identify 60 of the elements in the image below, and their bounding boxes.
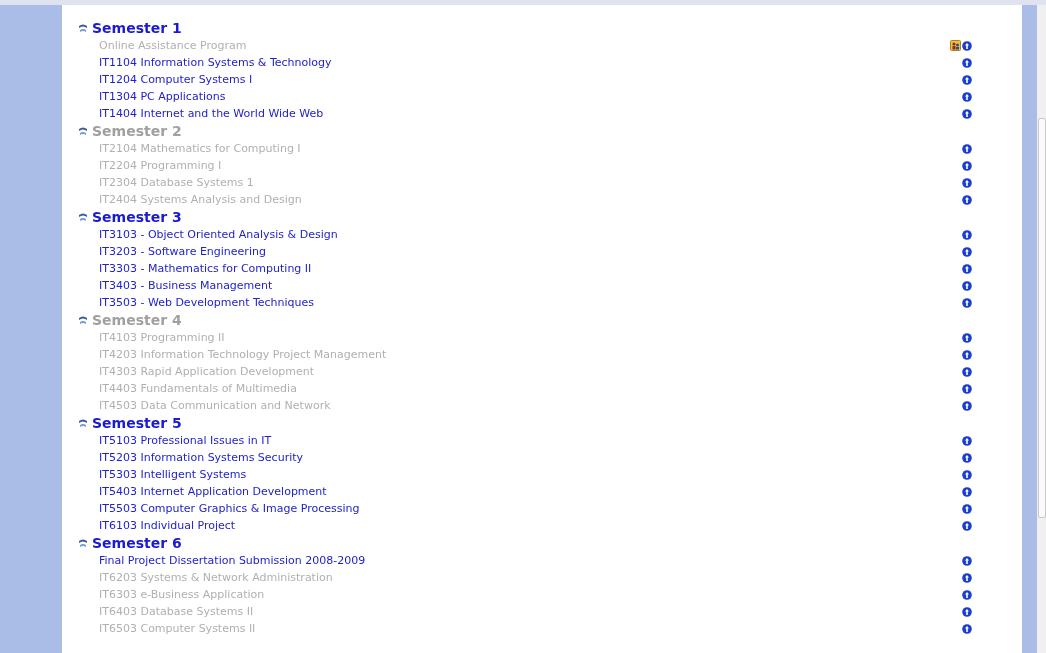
info-icon[interactable] [962, 623, 972, 634]
course-link[interactable]: IT6103 Individual Project [99, 519, 962, 532]
info-icon[interactable] [962, 160, 972, 171]
semester-heading: Semester 5 [92, 415, 182, 431]
course-link[interactable]: IT5103 Professional Issues in IT [99, 434, 962, 447]
collapse-icon[interactable] [78, 418, 88, 428]
course-link[interactable]: IT5403 Internet Application Development [99, 485, 962, 498]
info-icon[interactable] [962, 366, 972, 377]
info-icon[interactable] [962, 143, 972, 154]
info-icon[interactable] [962, 108, 972, 119]
info-icon[interactable] [962, 40, 972, 51]
collapse-icon[interactable] [78, 315, 88, 325]
scrollbar[interactable] [1037, 5, 1046, 653]
semester-heading: Semester 6 [92, 535, 182, 551]
info-icon[interactable] [962, 572, 972, 583]
course-link[interactable]: IT1404 Internet and the World Wide Web [99, 107, 962, 120]
info-icon[interactable] [962, 229, 972, 240]
semester-heading: Semester 4 [92, 312, 182, 328]
info-icon[interactable] [962, 194, 972, 205]
info-icon[interactable] [962, 606, 972, 617]
course-link[interactable]: IT3303 - Mathematics for Computing II [99, 262, 962, 275]
info-icon[interactable] [962, 74, 972, 85]
info-icon[interactable] [962, 400, 972, 411]
info-icon[interactable] [962, 280, 972, 291]
scrollbar-thumb[interactable] [1038, 118, 1046, 518]
info-icon[interactable] [962, 555, 972, 566]
course-link[interactable]: IT3503 - Web Development Techniques [99, 296, 962, 309]
info-icon[interactable] [962, 383, 972, 394]
info-icon[interactable] [962, 332, 972, 343]
course-link[interactable]: IT5303 Intelligent Systems [99, 468, 962, 481]
semester-heading: Semester 2 [92, 123, 182, 139]
info-icon[interactable] [962, 520, 972, 531]
info-icon[interactable] [962, 503, 972, 514]
course-link[interactable]: IT1204 Computer Systems I [99, 73, 962, 86]
collapse-icon[interactable] [78, 538, 88, 548]
info-icon[interactable] [962, 452, 972, 463]
info-icon[interactable] [962, 91, 972, 102]
semester-heading: Semester 1 [92, 20, 182, 36]
course-link[interactable]: Final Project Dissertation Submission 2008-2009 [99, 554, 962, 567]
info-icon[interactable] [962, 469, 972, 480]
course-link[interactable]: IT3103 - Object Oriented Analysis & Design [99, 228, 962, 241]
course-link[interactable]: IT5203 Information Systems Security [99, 451, 962, 464]
info-icon[interactable] [962, 349, 972, 360]
course-link[interactable]: IT1104 Information Systems & Technology [99, 56, 962, 69]
info-icon[interactable] [962, 263, 972, 274]
info-icon[interactable] [962, 486, 972, 497]
course-link[interactable]: IT1304 PC Applications [99, 90, 962, 103]
collapse-icon[interactable] [78, 212, 88, 222]
info-icon[interactable] [962, 297, 972, 308]
course-link[interactable]: IT5503 Computer Graphics & Image Processing [99, 502, 962, 515]
info-icon[interactable] [962, 57, 972, 68]
course-link[interactable]: IT3203 - Software Engineering [99, 245, 962, 258]
collapse-icon[interactable] [78, 23, 88, 33]
info-icon[interactable] [962, 246, 972, 257]
collapse-icon[interactable] [78, 126, 88, 136]
info-icon[interactable] [962, 435, 972, 446]
course-link[interactable]: IT3403 - Business Management [99, 279, 962, 292]
semester-heading: Semester 3 [92, 209, 182, 225]
info-icon[interactable] [962, 589, 972, 600]
info-icon[interactable] [962, 177, 972, 188]
